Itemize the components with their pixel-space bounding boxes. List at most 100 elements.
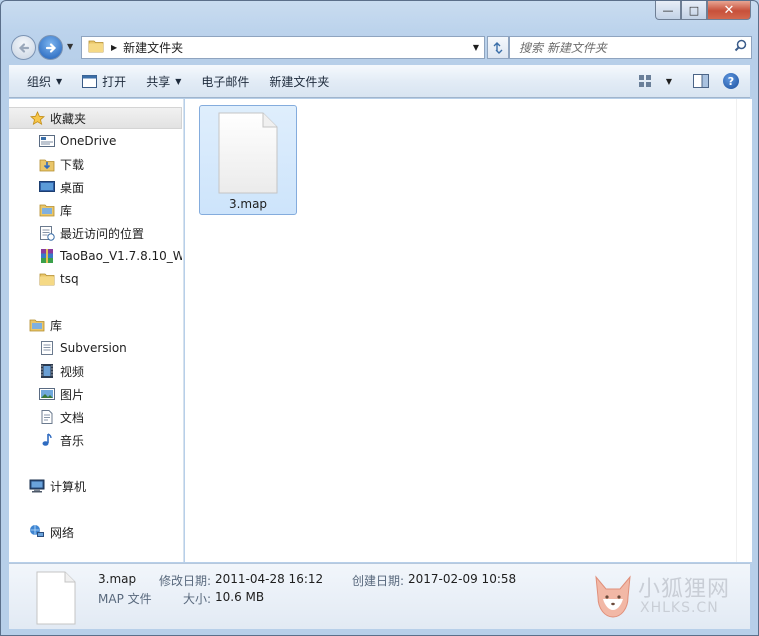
sidebar-item-label: 网络 [50,525,75,540]
sidebar-item-label: 库 [50,318,63,333]
address-bar[interactable]: ▶ 新建文件夹 ▼ [81,36,485,59]
search-box[interactable] [509,36,752,59]
watermark-url: XHLKS.CN [640,600,719,616]
window-icon [82,74,98,88]
archive-icon [39,248,55,264]
minimize-button[interactable]: — [655,1,681,20]
address-dropdown-icon[interactable]: ▼ [468,43,484,52]
forward-button[interactable] [38,35,63,60]
chevron-down-icon: ▼ [665,76,673,86]
sidebar-item-music[interactable]: 音乐 [9,429,182,451]
sidebar-item-network[interactable]: 网络 [9,521,182,543]
sidebar-item-label: tsq [60,272,79,286]
open-label: 打开 [102,74,127,89]
arrow-right-icon [45,42,56,53]
breadcrumb-separator-icon[interactable]: ▶ [111,43,117,52]
modified-date-label: 修改日期: [159,574,212,588]
watermark-text: 小狐狸网 [638,577,731,602]
file-name: 3.map [228,197,268,211]
view-grid-icon [639,75,651,87]
toolbar-right: ▼ ? [630,65,750,97]
sidebar-item-libraries[interactable]: 库 [9,314,182,336]
chevron-down-icon: ▼ [56,76,63,86]
close-button[interactable]: ✕ [707,1,751,20]
sidebar-item-recent[interactable]: 最近访问的位置 [9,222,182,244]
sidebar-item-label: Subversion [60,341,127,355]
created-date-value: 2017-02-09 10:58 [408,572,517,586]
sidebar-item-label: 计算机 [50,479,87,494]
downloads-folder-icon [39,156,55,172]
sidebar-item-label: TaoBao_V1.7.8.10_Wi [60,249,182,263]
share-label: 共享 [146,74,171,89]
recent-pages-dropdown[interactable]: ▼ [67,42,73,51]
recent-places-icon [39,225,55,241]
sidebar-item-label: 收藏夹 [50,111,87,126]
file-item-3-map[interactable]: 3.map [199,105,297,215]
help-icon: ? [723,73,739,89]
sidebar-item-label: 库 [60,203,73,218]
view-dropdown-button[interactable]: ▼ [660,77,678,86]
details-pane: 3.map MAP 文件 修改日期: 2011-04-28 16:12 大小: … [9,563,750,629]
sidebar-item-label: 音乐 [60,433,85,448]
back-button[interactable] [11,35,36,60]
star-icon [29,110,45,126]
details-file-name: 3.map [98,572,137,586]
sidebar-item-library[interactable]: 库 [9,199,182,221]
desktop-icon [39,179,55,195]
document-icon [39,409,55,425]
sidebar-item-downloads[interactable]: 下载 [9,153,182,175]
size-label: 大小: [183,592,212,606]
breadcrumb-current[interactable]: 新建文件夹 [123,39,468,56]
file-thumbnail-icon [36,571,76,628]
fox-logo-icon [592,573,634,624]
caption-buttons: — □ ✕ [655,1,751,21]
sidebar-item-onedrive[interactable]: OneDrive [9,130,182,152]
details-file-type: MAP 文件 [98,592,152,606]
search-icon[interactable] [729,39,751,56]
generic-file-icon [217,112,279,197]
sidebar-item-videos[interactable]: 视频 [9,360,182,382]
search-input[interactable] [519,40,729,55]
sidebar-item-label: 图片 [60,387,85,402]
sidebar-item-subversion[interactable]: Subversion [9,337,182,359]
sidebar-item-documents[interactable]: 文档 [9,406,182,428]
sidebar-item-label: 下载 [60,157,85,172]
sidebar-item-pictures[interactable]: 图片 [9,383,182,405]
sidebar-item-label: OneDrive [60,134,117,148]
organize-button[interactable]: 组织 ▼ [9,65,72,97]
preview-pane-icon [693,74,709,88]
sidebar-item-desktop[interactable]: 桌面 [9,176,182,198]
organize-label: 组织 [27,74,52,89]
preview-pane-button[interactable] [686,74,716,88]
library-icon [29,317,45,333]
refresh-button[interactable] [487,36,509,59]
sidebar-item-taobao[interactable]: TaoBao_V1.7.8.10_Wi [9,245,182,267]
email-label: 电子邮件 [201,74,250,89]
library-icon [39,202,55,218]
share-button[interactable]: 共享 ▼ [136,65,191,97]
computer-icon [29,478,45,494]
sidebar-item-label: 视频 [60,364,85,379]
new-folder-label: 新建文件夹 [269,74,330,89]
email-button[interactable]: 电子邮件 [191,65,259,97]
navigation-pane: 收藏夹 OneDrive 下载 桌面 库 最近访问的位置 TaoBao_V1.7… [9,99,184,562]
sidebar-item-computer[interactable]: 计算机 [9,475,182,497]
size-value: 10.6 MB [215,590,265,604]
view-options-button[interactable] [630,74,660,88]
onedrive-icon [39,133,55,149]
music-note-icon [39,432,55,448]
sidebar-item-tsq[interactable]: tsq [9,268,182,290]
explorer-window: — □ ✕ ▼ ▶ 新建文件夹 ▼ 搜索 新建文件夹 组织 ▼ 打开 共享 ▼ … [0,0,759,636]
open-button[interactable]: 打开 [72,65,136,97]
vertical-scrollbar[interactable] [736,99,752,562]
file-list-view[interactable]: 3.map [185,99,736,562]
maximize-button[interactable]: □ [681,1,707,20]
folder-icon [39,271,55,287]
sidebar-item-favorites[interactable]: 收藏夹 [9,107,182,129]
network-icon [29,524,45,540]
created-date-label: 创建日期: [352,574,405,588]
new-folder-button[interactable]: 新建文件夹 [259,65,339,97]
help-button[interactable]: ? [716,73,746,89]
arrow-left-icon [18,42,29,53]
sidebar-item-label: 最近访问的位置 [60,226,145,241]
